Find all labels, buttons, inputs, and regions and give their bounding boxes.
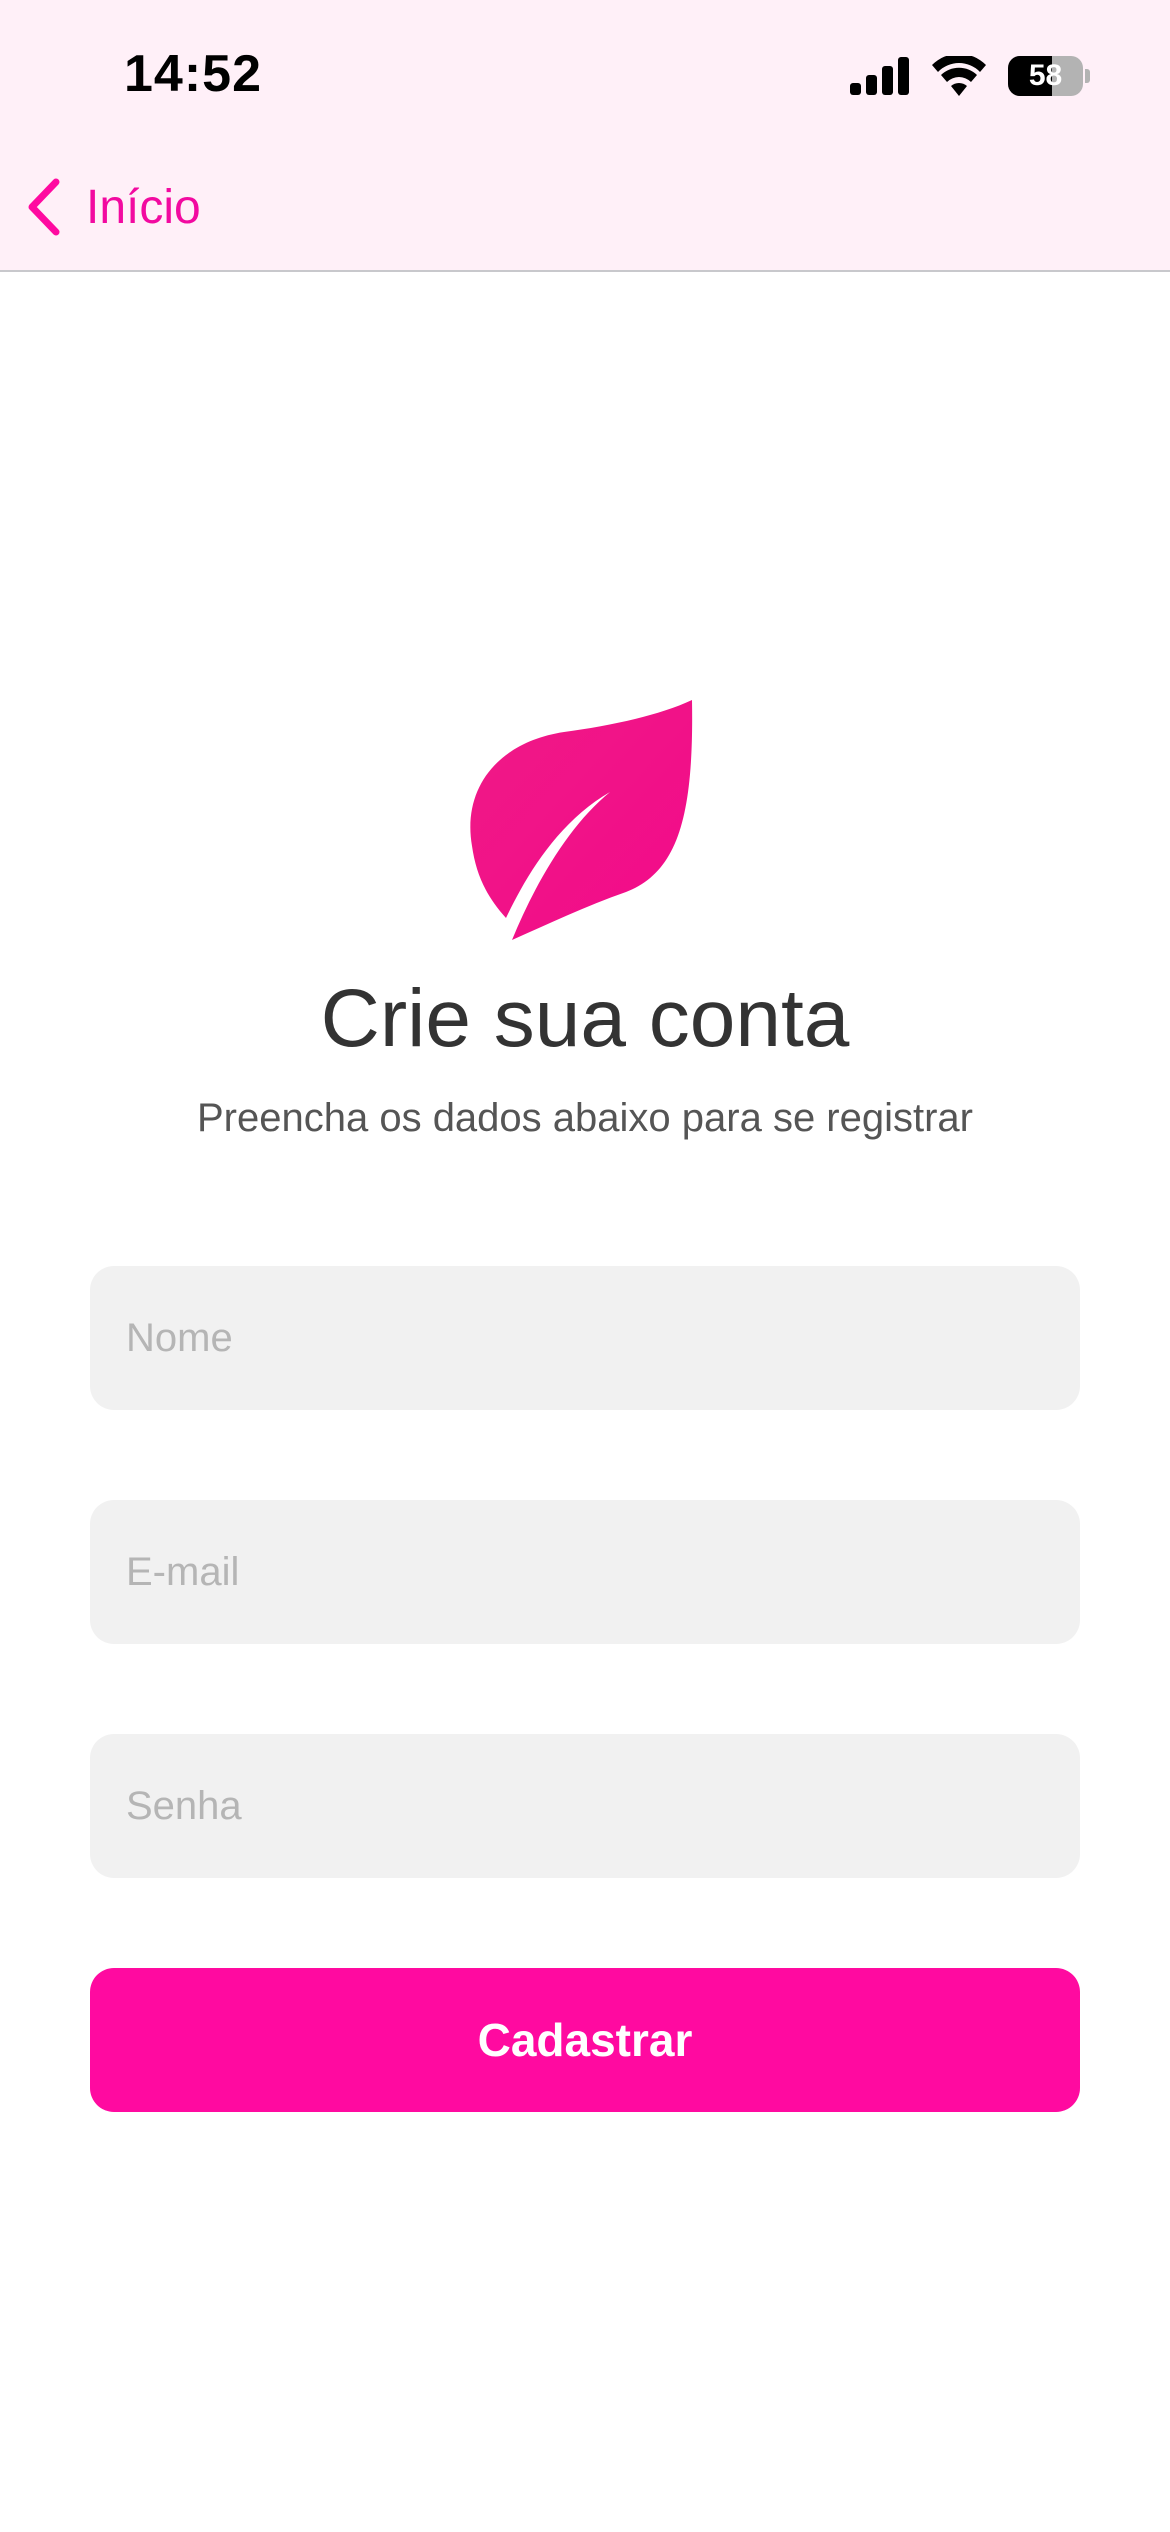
top-bar: 14:52 58 Início	[0, 0, 1170, 272]
wifi-icon	[932, 56, 986, 96]
signup-button[interactable]: Cadastrar	[90, 1968, 1080, 2112]
signup-screen: 14:52 58 Início Crie sua conta Preencha …	[0, 0, 1170, 2532]
battery-body: 58	[1008, 56, 1084, 96]
battery-icon: 58	[1008, 55, 1090, 97]
signal-icon	[850, 57, 909, 95]
back-button-label: Início	[86, 180, 201, 234]
battery-level: 58	[1028, 59, 1063, 92]
password-field[interactable]	[90, 1734, 1080, 1878]
page-title: Crie sua conta	[320, 973, 850, 1064]
name-field[interactable]	[90, 1266, 1080, 1410]
status-icons: 58	[850, 52, 1090, 100]
back-button[interactable]: Início	[24, 172, 201, 242]
email-field[interactable]	[90, 1500, 1080, 1644]
battery-cap	[1085, 69, 1090, 83]
chevron-left-icon	[28, 178, 60, 236]
status-time: 14:52	[124, 45, 262, 103]
leaf-icon	[470, 700, 693, 940]
page-subtitle: Preencha os dados abaixo para se registr…	[196, 1096, 973, 1140]
